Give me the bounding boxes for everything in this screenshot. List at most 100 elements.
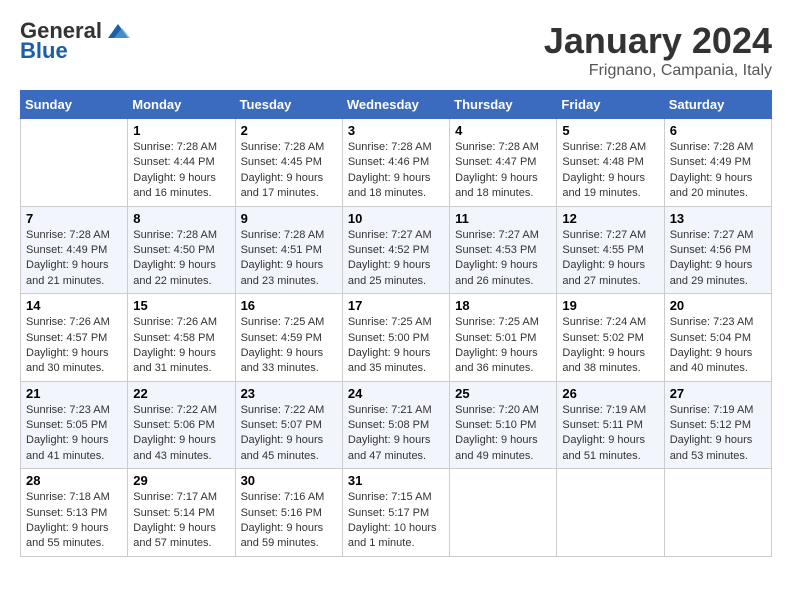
calendar-cell: 11Sunrise: 7:27 AM Sunset: 4:53 PM Dayli… [450, 206, 557, 294]
day-number: 1 [133, 123, 229, 138]
day-info: Sunrise: 7:25 AM Sunset: 5:00 PM Dayligh… [348, 315, 444, 377]
day-info: Sunrise: 7:22 AM Sunset: 5:06 PM Dayligh… [133, 403, 229, 465]
calendar-cell: 9 Sunrise: 7:28 AM Sunset: 4:51 PM Daylig… [235, 206, 342, 294]
day-number: 2 [241, 123, 337, 138]
day-info: Sunrise: 7:28 AM Sunset: 4:46 PM Dayligh… [348, 140, 444, 202]
day-info: Sunrise: 7:25 AM Sunset: 4:59 PM Dayligh… [241, 315, 337, 377]
day-info: Sunrise: 7:28 AM Sunset: 4:44 PM Dayligh… [133, 140, 229, 202]
column-header-monday: Monday [128, 91, 235, 119]
day-number: 14 [26, 298, 122, 313]
day-number: 26 [562, 386, 658, 401]
day-number: 8 [133, 211, 229, 226]
calendar-cell: 22Sunrise: 7:22 AM Sunset: 5:06 PM Dayli… [128, 381, 235, 469]
calendar-cell [664, 469, 771, 557]
day-info: Sunrise: 7:28 AM Sunset: 4:47 PM Dayligh… [455, 140, 551, 202]
calendar-cell: 29 Sunrise: 7:17 AM Sunset: 5:14 PM Dayli… [128, 469, 235, 557]
day-number: 30 [241, 473, 337, 488]
calendar-cell: 31 Sunrise: 7:15 AM Sunset: 5:17 PM Dayli… [342, 469, 449, 557]
day-number: 6 [670, 123, 766, 138]
day-info: Sunrise: 7:28 AM Sunset: 4:50 PM Dayligh… [133, 228, 229, 290]
month-title: January 2024 [544, 20, 772, 62]
day-info: Sunrise: 7:23 AM Sunset: 5:04 PM Dayligh… [670, 315, 766, 377]
day-number: 7 [26, 211, 122, 226]
calendar-cell: 14 Sunrise: 7:26 AM Sunset: 4:57 PM Dayli… [21, 294, 128, 382]
calendar-cell [450, 469, 557, 557]
day-info: Sunrise: 7:15 AM Sunset: 5:17 PM Dayligh… [348, 490, 444, 552]
calendar-cell: 27Sunrise: 7:19 AM Sunset: 5:12 PM Dayli… [664, 381, 771, 469]
day-info: Sunrise: 7:16 AM Sunset: 5:16 PM Dayligh… [241, 490, 337, 552]
calendar-cell: 30 Sunrise: 7:16 AM Sunset: 5:16 PM Dayli… [235, 469, 342, 557]
calendar-cell [21, 119, 128, 207]
day-info: Sunrise: 7:27 AM Sunset: 4:52 PM Dayligh… [348, 228, 444, 290]
calendar-header-row: SundayMondayTuesdayWednesdayThursdayFrid… [21, 91, 772, 119]
logo-icon [104, 20, 132, 42]
calendar-table: SundayMondayTuesdayWednesdayThursdayFrid… [20, 90, 772, 557]
calendar-cell: 6Sunrise: 7:28 AM Sunset: 4:49 PM Daylig… [664, 119, 771, 207]
calendar-cell: 3Sunrise: 7:28 AM Sunset: 4:46 PM Daylig… [342, 119, 449, 207]
day-number: 15 [133, 298, 229, 313]
day-info: Sunrise: 7:19 AM Sunset: 5:11 PM Dayligh… [562, 403, 658, 465]
day-number: 29 [133, 473, 229, 488]
day-info: Sunrise: 7:20 AM Sunset: 5:10 PM Dayligh… [455, 403, 551, 465]
calendar-cell: 4 Sunrise: 7:28 AM Sunset: 4:47 PM Daylig… [450, 119, 557, 207]
day-number: 13 [670, 211, 766, 226]
day-number: 12 [562, 211, 658, 226]
week-row-1: 1 Sunrise: 7:28 AM Sunset: 4:44 PM Daylig… [21, 119, 772, 207]
day-number: 18 [455, 298, 551, 313]
column-header-sunday: Sunday [21, 91, 128, 119]
day-info: Sunrise: 7:27 AM Sunset: 4:53 PM Dayligh… [455, 228, 551, 290]
page-header: General Blue January 2024 Frignano, Camp… [20, 20, 772, 80]
calendar-cell: 19 Sunrise: 7:24 AM Sunset: 5:02 PM Dayli… [557, 294, 664, 382]
day-number: 20 [670, 298, 766, 313]
calendar-cell: 23 Sunrise: 7:22 AM Sunset: 5:07 PM Dayli… [235, 381, 342, 469]
calendar-cell: 13Sunrise: 7:27 AM Sunset: 4:56 PM Dayli… [664, 206, 771, 294]
day-number: 10 [348, 211, 444, 226]
calendar-cell: 12 Sunrise: 7:27 AM Sunset: 4:55 PM Dayli… [557, 206, 664, 294]
calendar-cell: 15Sunrise: 7:26 AM Sunset: 4:58 PM Dayli… [128, 294, 235, 382]
column-header-saturday: Saturday [664, 91, 771, 119]
day-info: Sunrise: 7:27 AM Sunset: 4:55 PM Dayligh… [562, 228, 658, 290]
day-info: Sunrise: 7:28 AM Sunset: 4:51 PM Dayligh… [241, 228, 337, 290]
day-info: Sunrise: 7:24 AM Sunset: 5:02 PM Dayligh… [562, 315, 658, 377]
week-row-4: 21Sunrise: 7:23 AM Sunset: 5:05 PM Dayli… [21, 381, 772, 469]
day-info: Sunrise: 7:28 AM Sunset: 4:49 PM Dayligh… [26, 228, 122, 290]
calendar-cell: 16 Sunrise: 7:25 AM Sunset: 4:59 PM Dayli… [235, 294, 342, 382]
calendar-cell: 18 Sunrise: 7:25 AM Sunset: 5:01 PM Dayli… [450, 294, 557, 382]
day-number: 23 [241, 386, 337, 401]
column-header-tuesday: Tuesday [235, 91, 342, 119]
day-number: 19 [562, 298, 658, 313]
calendar-cell: 21Sunrise: 7:23 AM Sunset: 5:05 PM Dayli… [21, 381, 128, 469]
column-header-thursday: Thursday [450, 91, 557, 119]
day-info: Sunrise: 7:18 AM Sunset: 5:13 PM Dayligh… [26, 490, 122, 552]
day-number: 17 [348, 298, 444, 313]
calendar-cell: 28Sunrise: 7:18 AM Sunset: 5:13 PM Dayli… [21, 469, 128, 557]
calendar-cell: 10 Sunrise: 7:27 AM Sunset: 4:52 PM Dayli… [342, 206, 449, 294]
day-number: 16 [241, 298, 337, 313]
week-row-3: 14 Sunrise: 7:26 AM Sunset: 4:57 PM Dayli… [21, 294, 772, 382]
day-info: Sunrise: 7:17 AM Sunset: 5:14 PM Dayligh… [133, 490, 229, 552]
day-number: 21 [26, 386, 122, 401]
day-number: 5 [562, 123, 658, 138]
calendar-cell: 25Sunrise: 7:20 AM Sunset: 5:10 PM Dayli… [450, 381, 557, 469]
day-info: Sunrise: 7:25 AM Sunset: 5:01 PM Dayligh… [455, 315, 551, 377]
day-number: 31 [348, 473, 444, 488]
calendar-cell: 17 Sunrise: 7:25 AM Sunset: 5:00 PM Dayli… [342, 294, 449, 382]
title-block: January 2024 Frignano, Campania, Italy [544, 20, 772, 80]
day-info: Sunrise: 7:21 AM Sunset: 5:08 PM Dayligh… [348, 403, 444, 465]
day-info: Sunrise: 7:28 AM Sunset: 4:45 PM Dayligh… [241, 140, 337, 202]
day-info: Sunrise: 7:28 AM Sunset: 4:48 PM Dayligh… [562, 140, 658, 202]
column-header-friday: Friday [557, 91, 664, 119]
day-number: 24 [348, 386, 444, 401]
calendar-cell: 20 Sunrise: 7:23 AM Sunset: 5:04 PM Dayli… [664, 294, 771, 382]
logo: General Blue [20, 20, 132, 64]
day-info: Sunrise: 7:26 AM Sunset: 4:57 PM Dayligh… [26, 315, 122, 377]
week-row-2: 7 Sunrise: 7:28 AM Sunset: 4:49 PM Daylig… [21, 206, 772, 294]
calendar-cell: 24 Sunrise: 7:21 AM Sunset: 5:08 PM Dayli… [342, 381, 449, 469]
day-info: Sunrise: 7:22 AM Sunset: 5:07 PM Dayligh… [241, 403, 337, 465]
week-row-5: 28Sunrise: 7:18 AM Sunset: 5:13 PM Dayli… [21, 469, 772, 557]
day-info: Sunrise: 7:19 AM Sunset: 5:12 PM Dayligh… [670, 403, 766, 465]
day-number: 4 [455, 123, 551, 138]
day-number: 9 [241, 211, 337, 226]
calendar-cell: 1 Sunrise: 7:28 AM Sunset: 4:44 PM Daylig… [128, 119, 235, 207]
calendar-cell: 26 Sunrise: 7:19 AM Sunset: 5:11 PM Dayli… [557, 381, 664, 469]
